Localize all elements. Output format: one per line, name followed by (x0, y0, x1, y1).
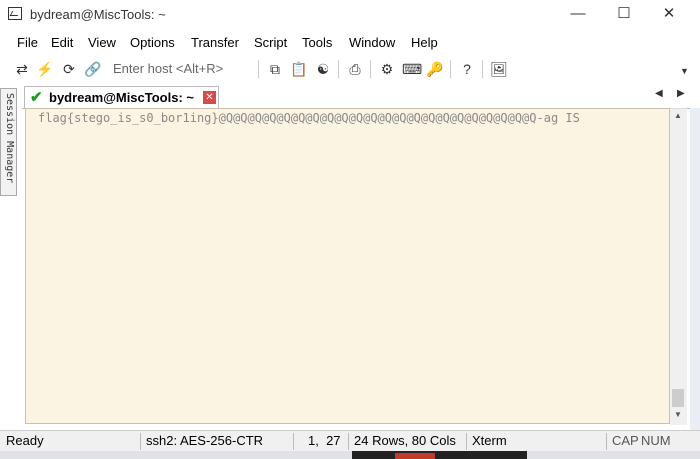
menu-transfer[interactable]: Transfer (191, 35, 239, 50)
status-dimensions: 24 Rows, 80 Cols (354, 433, 456, 448)
menu-help[interactable]: Help (411, 35, 438, 50)
close-tab-icon[interactable]: ✕ (203, 91, 216, 104)
title-bar: bydream@MiscTools: ~ — ☐ ✕ (0, 0, 700, 30)
terminal-area[interactable]: flag{stego_is_s0_bor1ing}@Q@Q@Q@Q@Q@Q@Q@… (25, 108, 670, 424)
session-manager-tab[interactable]: Session Manager (0, 88, 17, 196)
scroll-up-icon[interactable]: ▲ (674, 111, 682, 120)
terminal-scrollbar[interactable]: ▲ ▼ (670, 108, 687, 425)
toolbar-separator (370, 60, 371, 78)
sftp-icon[interactable]: 🖼 (490, 60, 508, 78)
quick-connect-input[interactable]: Enter host <Alt+R> (113, 60, 253, 78)
window-title: bydream@MiscTools: ~ (30, 7, 166, 22)
help-icon[interactable]: ? (458, 60, 476, 78)
securecrt-app-icon (8, 7, 22, 20)
copy-icon[interactable]: ⧉ (266, 60, 284, 78)
status-cursor: 1, 27 (308, 433, 341, 448)
status-state: Ready (6, 433, 44, 448)
background-window (690, 108, 700, 430)
tab-scroll-right-icon[interactable]: ▶ (677, 88, 685, 99)
menu-options[interactable]: Options (130, 35, 175, 50)
session-tab[interactable]: ✔ bydream@MiscTools: ~ ✕ (24, 86, 219, 108)
connect-icon[interactable]: ⇄ (13, 60, 31, 78)
status-cipher: ssh2: AES-256-CTR (146, 433, 264, 448)
scroll-thumb[interactable] (672, 389, 684, 407)
paste-icon[interactable]: 📋 (290, 60, 308, 78)
connected-check-icon: ✔ (30, 89, 43, 106)
session-tab-strip: ✔ bydream@MiscTools: ~ ✕ (22, 86, 692, 109)
menu-view[interactable]: View (88, 35, 116, 50)
maximize-button[interactable]: ☐ (616, 6, 632, 22)
status-bar: Ready ssh2: AES-256-CTR 1, 27 24 Rows, 8… (0, 430, 700, 452)
toolbar-overflow-icon[interactable]: ▼ (680, 66, 689, 76)
minimize-button[interactable]: — (570, 6, 586, 22)
tab-scroll-left-icon[interactable]: ◀ (655, 88, 663, 99)
background-image-strip (352, 451, 527, 459)
status-separator (348, 433, 349, 450)
toolbar-separator (450, 60, 451, 78)
menu-script[interactable]: Script (254, 35, 287, 50)
terminal-line: flag{stego_is_s0_bor1ing}@Q@Q@Q@Q@Q@Q@Q@… (38, 111, 580, 125)
background-image-accent (395, 453, 435, 459)
status-num: NUM (641, 433, 671, 448)
toolbar: ⇄ ⚡ ⟳ 🔗 Enter host <Alt+R> ⧉ 📋 ☯ ⎙ ⚙ ⌨ 🔑… (0, 56, 700, 82)
quick-connect-icon[interactable]: ⚡ (36, 60, 54, 78)
menu-window[interactable]: Window (349, 35, 395, 50)
status-separator (140, 433, 141, 450)
status-separator (293, 433, 294, 450)
scroll-down-icon[interactable]: ▼ (674, 410, 682, 419)
print-icon[interactable]: ⎙ (346, 60, 364, 78)
menu-bar: File Edit View Options Transfer Script T… (0, 32, 700, 54)
taskbar-strip (0, 451, 700, 459)
disconnect-icon[interactable]: 🔗 (84, 60, 102, 78)
status-emulation: Xterm (472, 433, 507, 448)
toolbar-separator (338, 60, 339, 78)
toolbar-separator (482, 60, 483, 78)
session-manager-label: Session Manager (4, 93, 15, 184)
settings-icon[interactable]: ⚙ (378, 60, 396, 78)
status-separator (606, 433, 607, 450)
status-caps: CAP (612, 433, 639, 448)
reconnect-icon[interactable]: ⟳ (60, 60, 78, 78)
menu-edit[interactable]: Edit (51, 35, 73, 50)
status-separator (466, 433, 467, 450)
session-tab-label: bydream@MiscTools: ~ (49, 90, 194, 105)
close-button[interactable]: ✕ (661, 6, 677, 22)
toolbar-separator (258, 60, 259, 78)
menu-file[interactable]: File (17, 35, 38, 50)
key-agent-icon[interactable]: 🔑 (426, 60, 444, 78)
find-icon[interactable]: ☯ (314, 60, 332, 78)
keymap-icon[interactable]: ⌨ (402, 60, 422, 78)
menu-tools[interactable]: Tools (302, 35, 332, 50)
